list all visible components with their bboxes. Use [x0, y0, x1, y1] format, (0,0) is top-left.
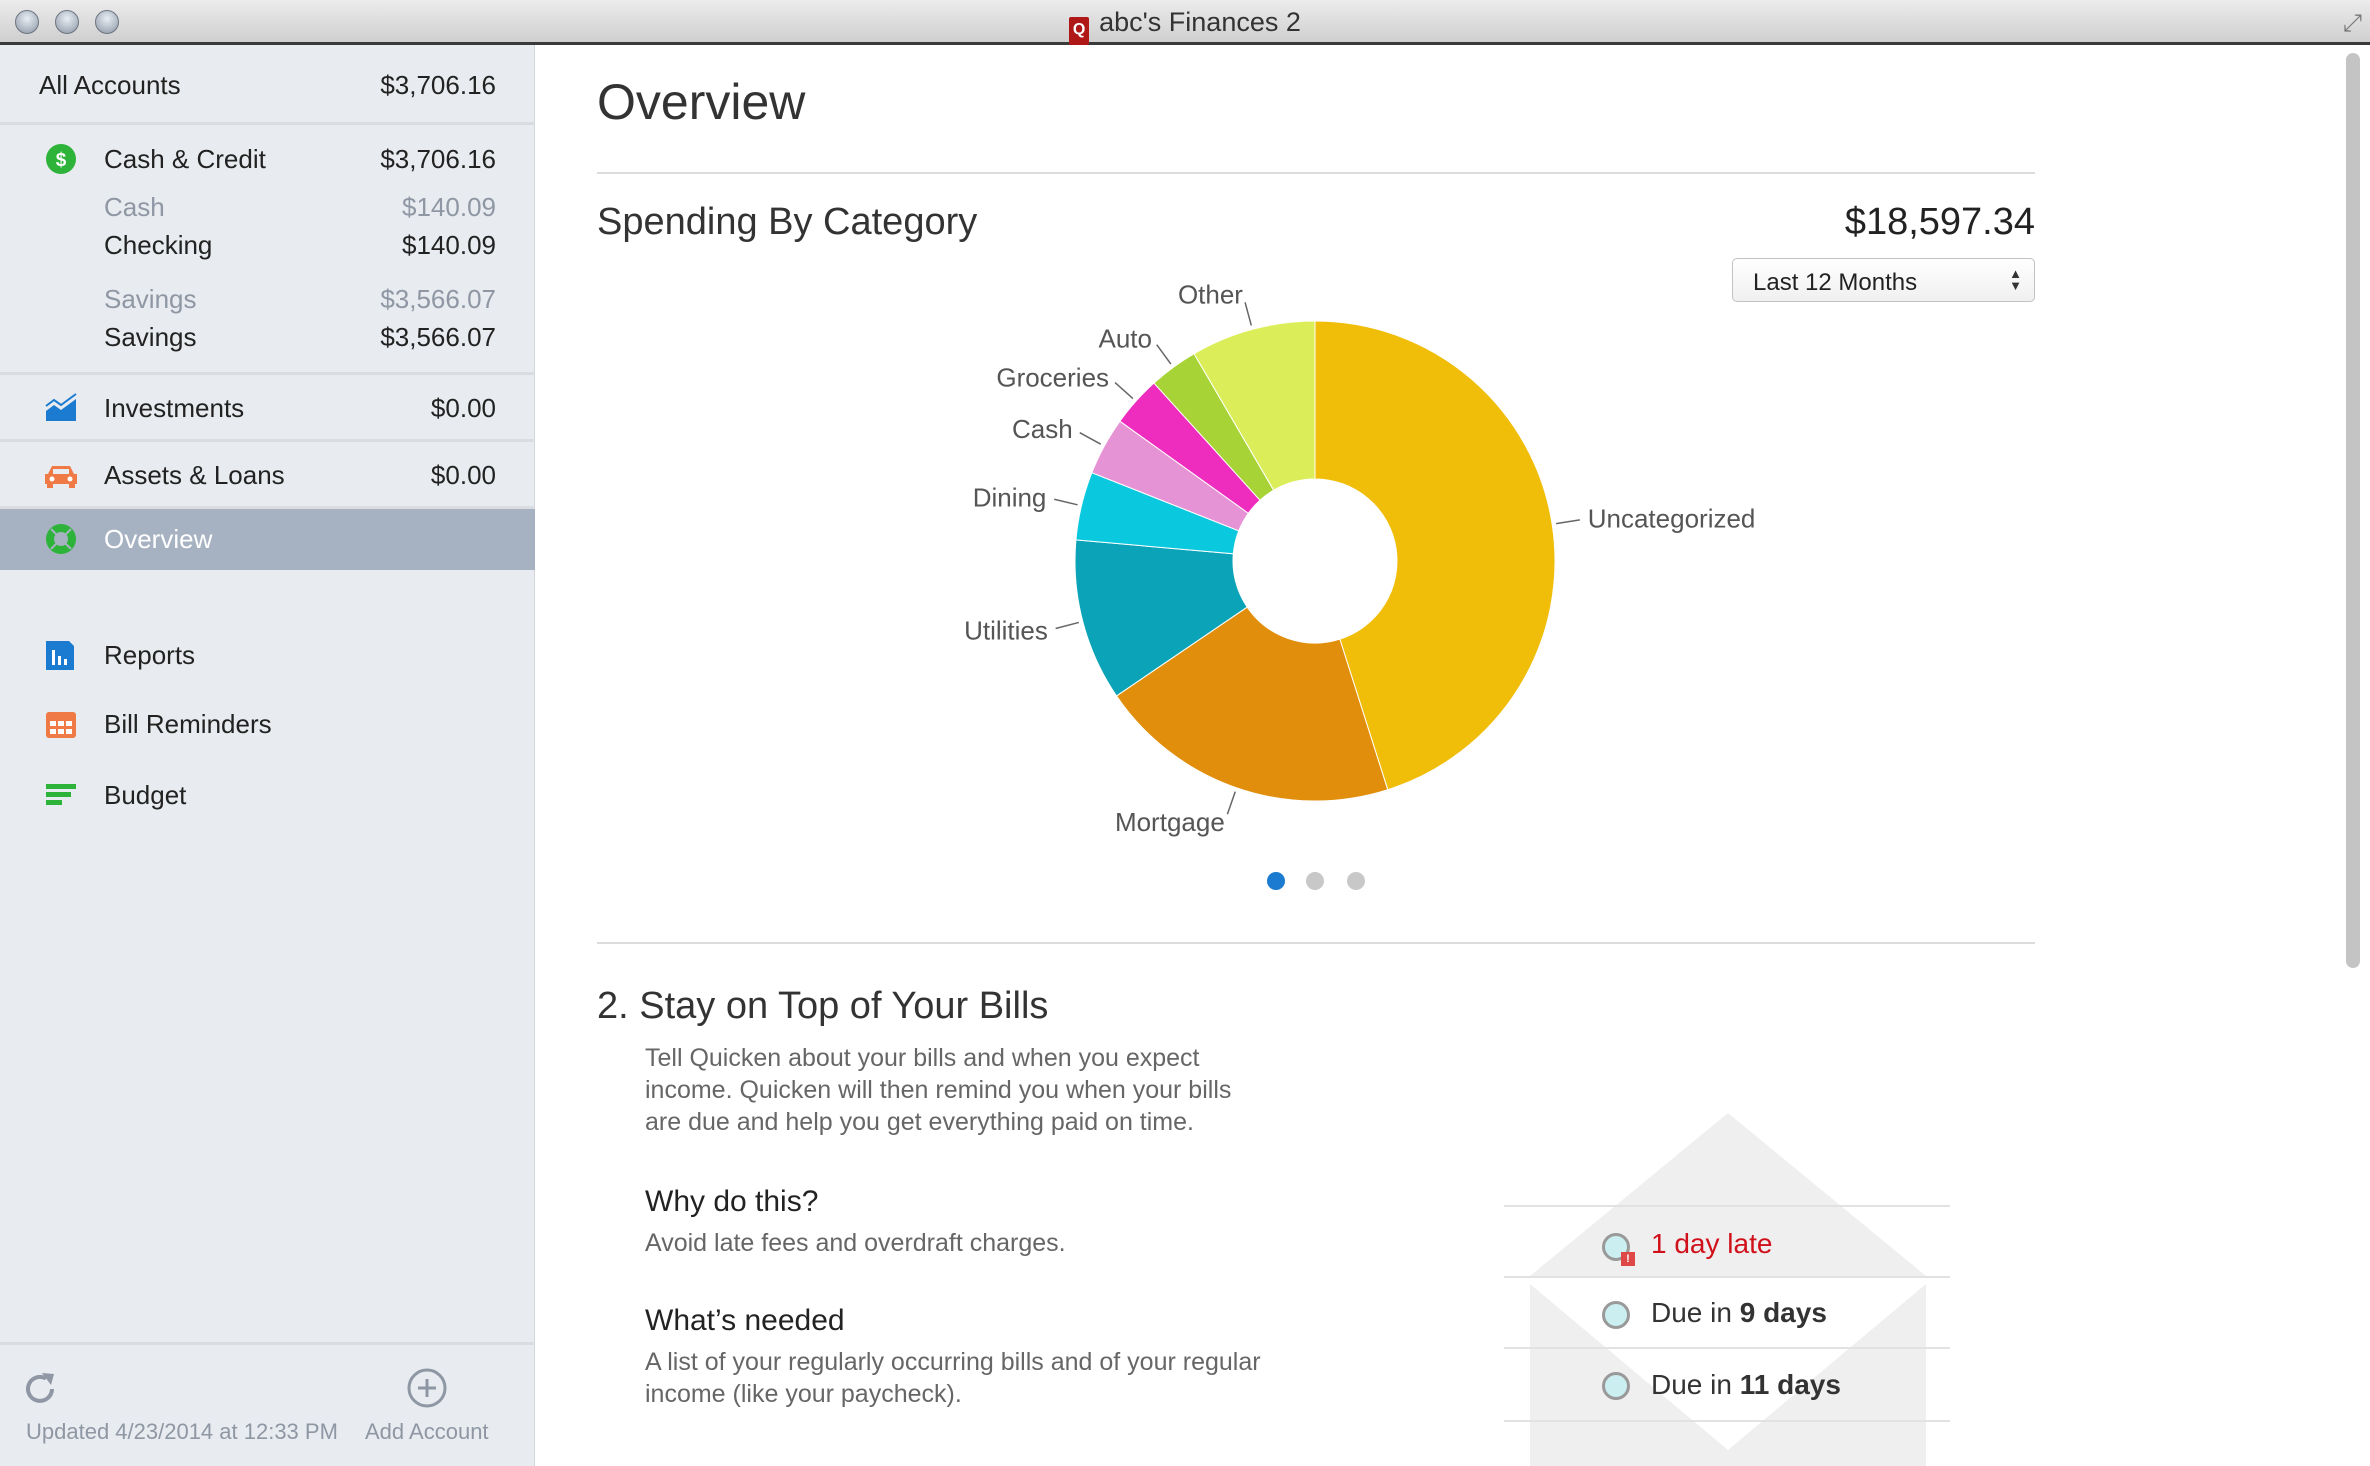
bill-days: 9 days: [1739, 1297, 1827, 1328]
refresh-icon[interactable]: [22, 1370, 60, 1408]
bill-status: Due in: [1651, 1369, 1740, 1400]
add-account-button[interactable]: Add Account: [365, 1419, 489, 1445]
last-updated-text: Updated 4/23/2014 at 12:33 PM: [26, 1419, 338, 1444]
why-text: Avoid late fees and overdraft charges.: [645, 1229, 1066, 1257]
envelope-illustration: [1504, 1113, 1950, 1466]
needed-line: income (like your paycheck).: [645, 1380, 962, 1408]
bill-status: Due in: [1651, 1297, 1740, 1328]
clock-icon: [1602, 1372, 1630, 1400]
leader-line: [1054, 498, 1078, 506]
leader-line: [1114, 382, 1134, 400]
bills-description: Tell Quicken about your bills and when y…: [645, 1042, 1231, 1138]
divider: [597, 942, 2035, 944]
spending-donut-chart: Uncategorized Mortgage Utilities Dining Cash…: [964, 280, 1756, 837]
scrollbar[interactable]: [2346, 53, 2360, 968]
slice-label: Dining: [973, 482, 1047, 512]
needed-title: What’s needed: [645, 1304, 845, 1337]
slice-label: Utilities: [964, 615, 1048, 645]
divider: [0, 1342, 535, 1345]
clock-alert-icon: !: [1602, 1233, 1635, 1266]
bill-example: Due in 9 days: [1651, 1297, 1827, 1329]
add-account-icon[interactable]: [406, 1367, 448, 1409]
description-line: are due and help you get everything paid…: [645, 1108, 1194, 1136]
slice-label: Cash: [1012, 414, 1073, 444]
clock-icon: [1602, 1301, 1630, 1329]
page-dot-2[interactable]: [1306, 872, 1324, 890]
needed-line: A list of your regularly occurring bills…: [645, 1348, 1261, 1376]
slice-label: Uncategorized: [1588, 504, 1756, 534]
slice-label: Auto: [1098, 323, 1152, 353]
leader-line: [1055, 621, 1080, 630]
description-line: income. Quicken will then remind you whe…: [645, 1076, 1232, 1104]
bill-status: 1 day late: [1651, 1228, 1773, 1259]
leader-line: [1226, 791, 1236, 815]
leader-line: [1079, 432, 1102, 445]
page-dot-1[interactable]: [1267, 872, 1285, 890]
slice-label: Mortgage: [1115, 807, 1225, 837]
leader-line: [1555, 519, 1580, 525]
bills-title: 2. Stay on Top of Your Bills: [597, 985, 1049, 1027]
bill-example-late: 1 day late: [1651, 1228, 1772, 1260]
why-title: Why do this?: [645, 1185, 819, 1218]
description-line: Tell Quicken about your bills and when y…: [645, 1044, 1200, 1072]
leader-line: [1244, 302, 1253, 326]
leader-line: [1156, 344, 1172, 365]
slice-label: Groceries: [996, 362, 1109, 392]
bill-example: Due in 11 days: [1651, 1369, 1841, 1401]
bill-days: 11 days: [1739, 1369, 1841, 1400]
needed-text: A list of your regularly occurring bills…: [645, 1346, 1261, 1410]
page-dot-3[interactable]: [1347, 872, 1365, 890]
slice-label: Other: [1178, 280, 1243, 310]
